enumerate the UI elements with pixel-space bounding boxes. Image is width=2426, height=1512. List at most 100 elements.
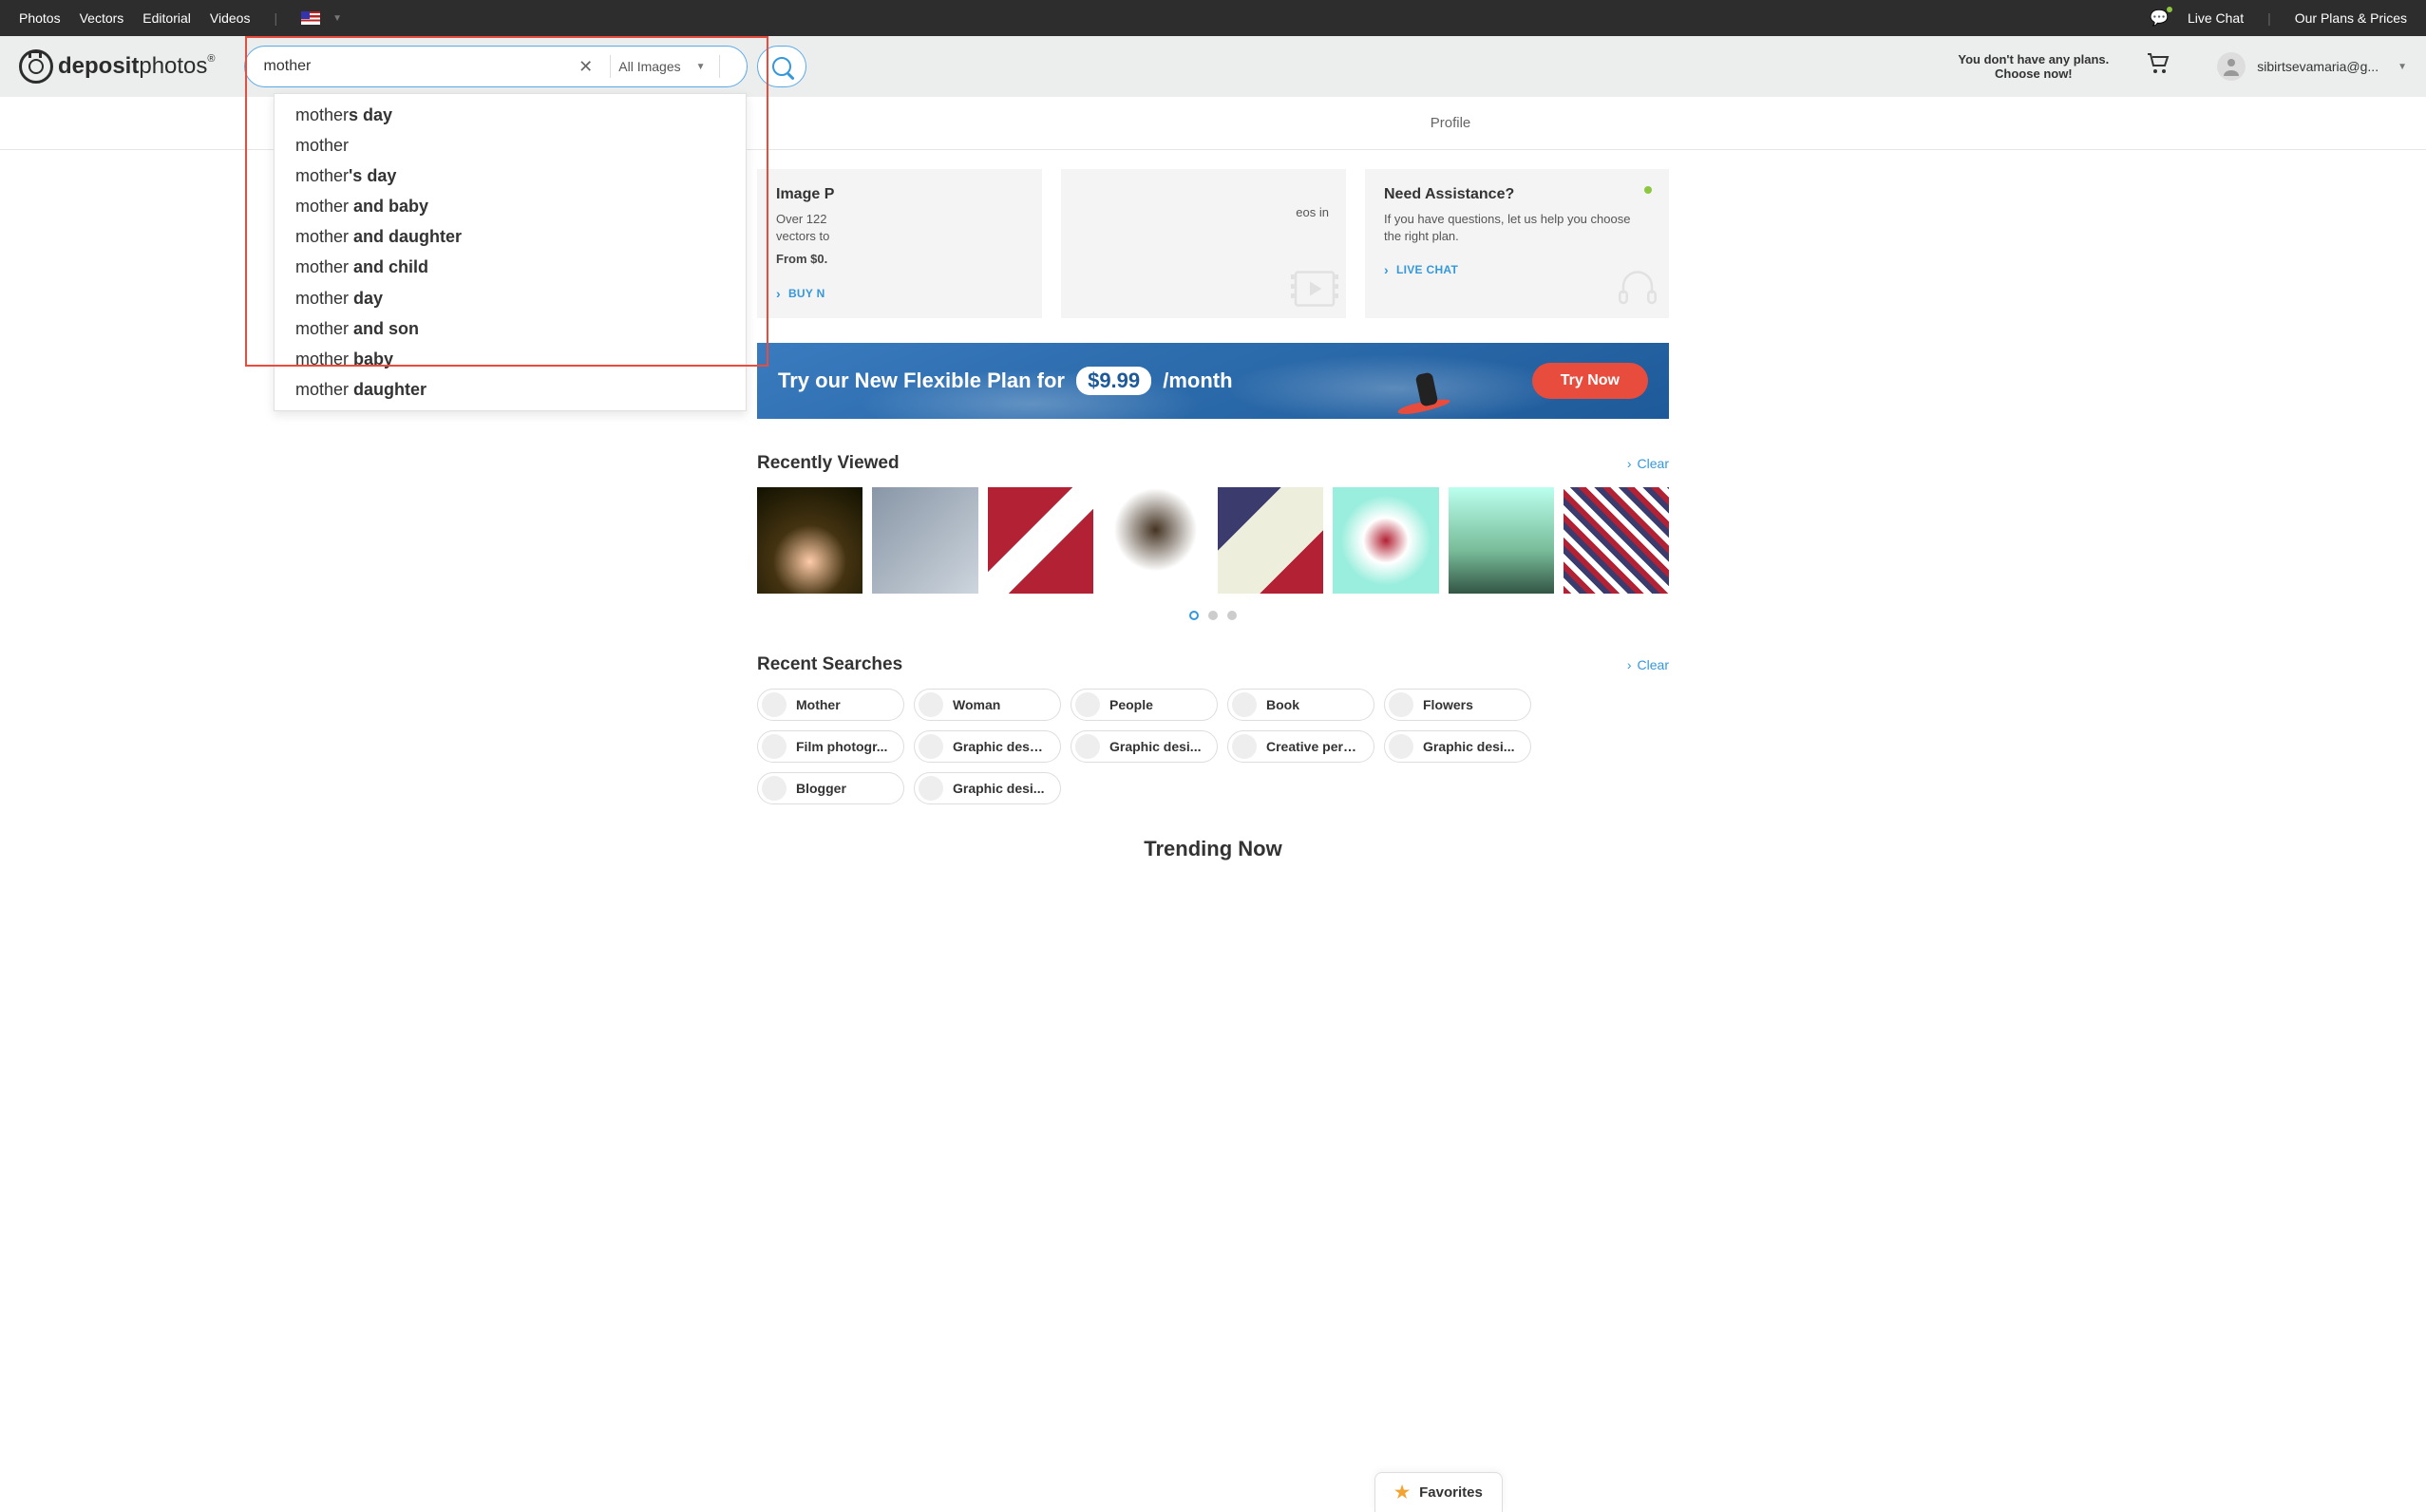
search-chip[interactable]: Mother — [757, 689, 904, 721]
card-desc: Over 122vectors to — [776, 211, 1023, 245]
videos-fragment: eos in — [1296, 205, 1329, 219]
clear-label: Clear — [1638, 657, 1669, 672]
logo[interactable]: depositphotos® — [19, 49, 216, 84]
price-pill: $9.99 — [1076, 367, 1151, 395]
search-chip[interactable]: Woman — [914, 689, 1061, 721]
thumb-item[interactable] — [1333, 487, 1438, 594]
search-input[interactable] — [264, 58, 570, 75]
nav-vectors[interactable]: Vectors — [80, 10, 124, 26]
topbar-left: Photos Vectors Editorial Videos | ▼ — [19, 10, 342, 26]
suggestion-item[interactable]: mother baby — [275, 344, 746, 374]
section-title: Recently Viewed — [757, 453, 900, 474]
suggestion-item[interactable]: mother and son — [275, 313, 746, 344]
search-chip[interactable]: People — [1071, 689, 1218, 721]
favorites-tab[interactable]: ★ Favorites — [1374, 1472, 1503, 1512]
chip-thumb — [762, 692, 787, 717]
search-wrap: ✕ All Images ▼ — [244, 46, 806, 87]
card-title: Need Assistance? — [1384, 186, 1650, 203]
surfer-graphic — [1393, 362, 1450, 419]
clear-recent-searches[interactable]: › Clear — [1627, 657, 1669, 672]
nav-videos[interactable]: Videos — [210, 10, 251, 26]
chip-thumb — [919, 776, 943, 801]
online-status-icon — [1644, 186, 1652, 194]
search-chip[interactable]: Creative person — [1227, 730, 1374, 763]
suggestion-item[interactable]: mothers day — [275, 100, 746, 130]
topbar-divider-2: | — [2267, 10, 2271, 26]
thumb-item[interactable] — [988, 487, 1093, 594]
chip-label: Graphic desi... — [953, 781, 1044, 796]
search-chip[interactable]: Graphic desi... — [1071, 730, 1218, 763]
live-chat-link[interactable]: Live Chat — [2188, 10, 2244, 26]
suggestion-item[interactable]: mother daughter — [275, 374, 746, 405]
type-selector[interactable]: All Images ▼ — [618, 59, 711, 74]
thumb-item[interactable] — [1218, 487, 1323, 594]
subnav-profile[interactable]: Profile — [1431, 115, 1471, 131]
thumb-item[interactable] — [1564, 487, 1669, 594]
recently-viewed-thumbs — [757, 487, 1669, 594]
carousel-dot[interactable] — [1189, 611, 1199, 620]
chip-thumb — [1075, 692, 1100, 717]
search-chip[interactable]: Book — [1227, 689, 1374, 721]
carousel-dots — [757, 611, 1669, 620]
clear-search-icon[interactable]: ✕ — [569, 57, 602, 77]
logo-text: depositphotos® — [58, 53, 216, 80]
chip-label: Film photogr... — [796, 739, 887, 754]
recent-searches-head: Recent Searches › Clear — [757, 654, 1669, 675]
chip-label: People — [1109, 697, 1153, 712]
suggestion-item[interactable]: mother day — [275, 283, 746, 313]
thumb-item[interactable] — [757, 487, 862, 594]
chip-label: Graphic design — [953, 739, 1045, 754]
plans-prices-link[interactable]: Our Plans & Prices — [2295, 10, 2407, 26]
chip-label: Flowers — [1423, 697, 1473, 712]
chip-thumb — [919, 692, 943, 717]
user-menu[interactable]: sibirtsevamaria@g... ▼ — [2217, 52, 2407, 81]
search-chip[interactable]: Graphic desi... — [1384, 730, 1531, 763]
search-chip[interactable]: Flowers — [1384, 689, 1531, 721]
try-now-button[interactable]: Try Now — [1532, 363, 1648, 399]
search-chip[interactable]: Film photogr... — [757, 730, 904, 763]
search-suggestions: mothers day mother mother's day mother a… — [274, 93, 747, 411]
live-chat-link[interactable]: › LIVE CHAT — [1384, 262, 1650, 277]
promo-banner: Try our New Flexible Plan for $9.99 /mon… — [757, 343, 1669, 419]
headset-icon — [1614, 265, 1661, 312]
card-from-price: From $0. — [776, 251, 1023, 268]
divider — [610, 55, 611, 78]
topbar-right: 💬 Live Chat | Our Plans & Prices — [2150, 9, 2407, 28]
suggestion-item[interactable]: mother's day — [275, 161, 746, 191]
no-plans-cta[interactable]: You don't have any plans. Choose now! — [1958, 52, 2109, 81]
suggestion-item[interactable]: mother and baby — [275, 191, 746, 221]
promo-text: Try our New Flexible Plan for $9.99 /mon… — [778, 367, 1233, 395]
buy-now-link[interactable]: › BUY N — [776, 286, 1023, 301]
thumb-item[interactable] — [1449, 487, 1554, 594]
carousel-dot[interactable] — [1227, 611, 1237, 620]
thumb-item[interactable] — [1103, 487, 1208, 594]
chip-thumb — [1075, 734, 1100, 759]
nav-photos[interactable]: Photos — [19, 10, 61, 26]
suggestion-item[interactable]: mother — [275, 130, 746, 161]
chevron-right-icon: › — [1627, 456, 1632, 471]
search-icon — [772, 57, 791, 76]
carousel-dot[interactable] — [1208, 611, 1218, 620]
suggestion-item[interactable]: mother and child — [275, 252, 746, 282]
thumb-item[interactable] — [872, 487, 977, 594]
chip-thumb — [1389, 692, 1413, 717]
search-button[interactable] — [757, 46, 806, 87]
divider — [719, 55, 720, 78]
chip-thumb — [762, 776, 787, 801]
suggestion-item[interactable]: mother and daughter — [275, 221, 746, 252]
search-chip[interactable]: Graphic design — [914, 730, 1061, 763]
info-cards-row: Image P Over 122vectors to From $0. › BU… — [757, 169, 1669, 318]
cart-icon[interactable] — [2147, 53, 2170, 80]
chip-label: Creative person — [1266, 739, 1358, 754]
search-chip[interactable]: Blogger — [757, 772, 904, 804]
card-desc: If you have questions, let us help you c… — [1384, 211, 1650, 245]
chip-thumb — [1232, 692, 1257, 717]
caret-down-icon: ▼ — [2398, 62, 2407, 72]
search-chip[interactable]: Graphic desi... — [914, 772, 1061, 804]
locale-selector[interactable]: ▼ — [301, 11, 342, 25]
clear-recently-viewed[interactable]: › Clear — [1627, 456, 1669, 471]
clear-label: Clear — [1638, 456, 1669, 471]
nav-editorial[interactable]: Editorial — [142, 10, 191, 26]
us-flag-icon — [301, 11, 320, 25]
image-plans-card: Image P Over 122vectors to From $0. › BU… — [757, 169, 1042, 318]
